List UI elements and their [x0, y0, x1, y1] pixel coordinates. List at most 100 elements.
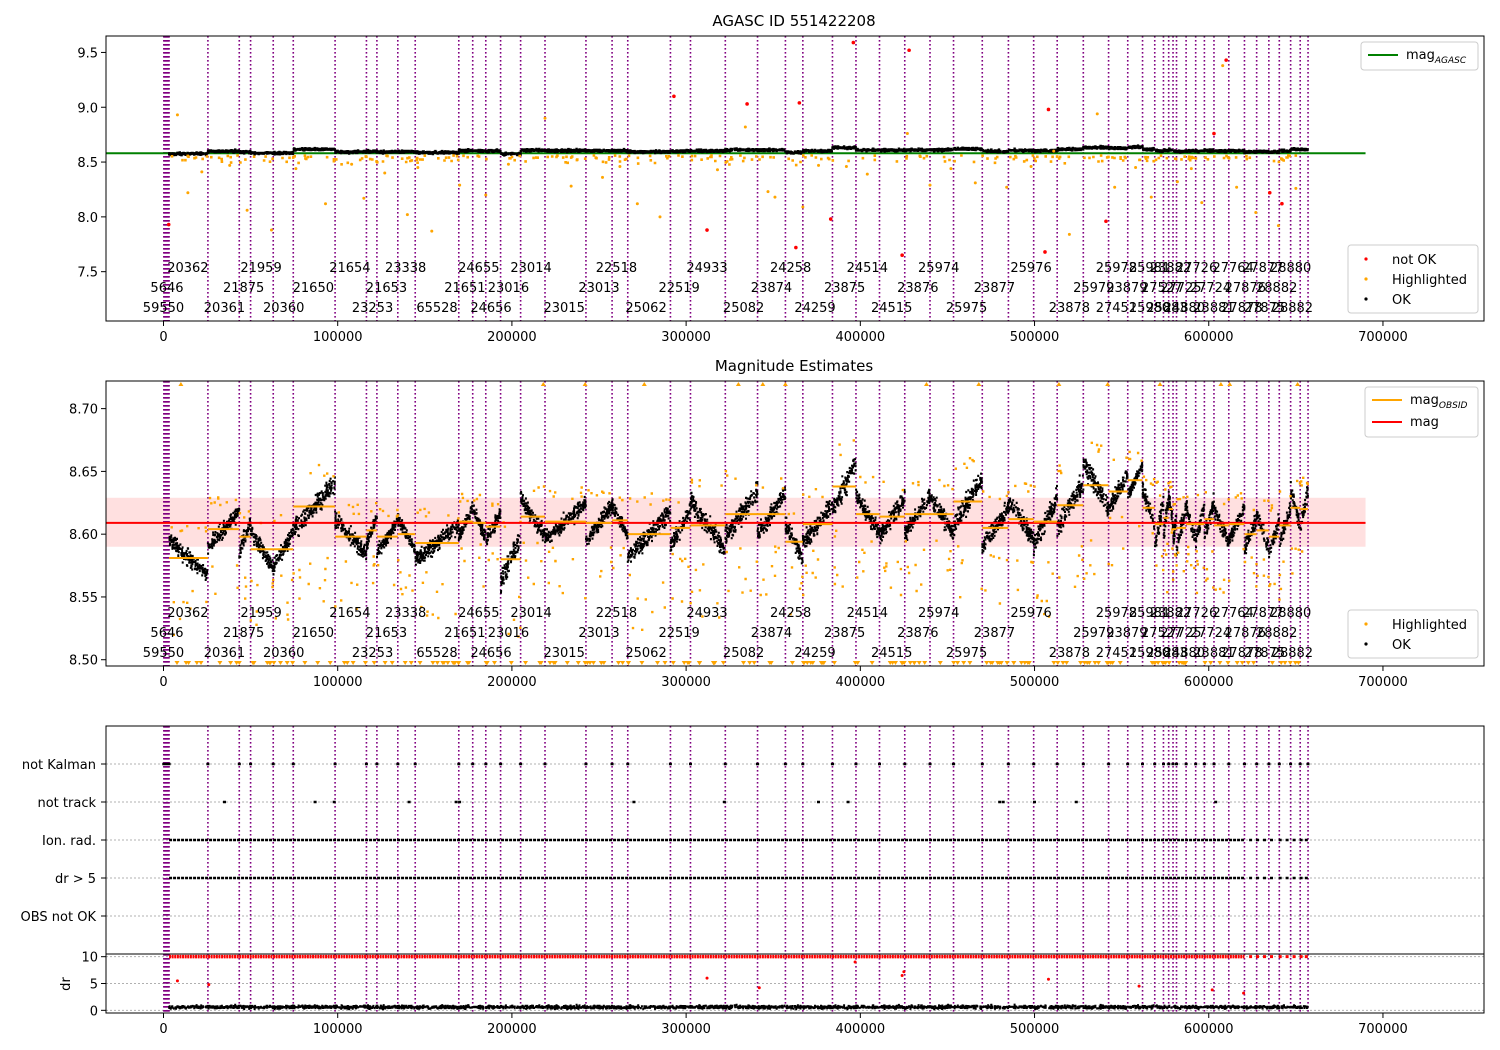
- y-tick-label: 7.5: [77, 266, 98, 281]
- y-tick-label: 9.0: [77, 101, 98, 116]
- highlighted-point: [773, 195, 777, 199]
- obsid-label: 25974: [918, 261, 959, 276]
- x-tick-label: 100000: [313, 1022, 363, 1037]
- y-tick-label: 0: [90, 1004, 98, 1019]
- obsid-label: 22518: [596, 261, 637, 276]
- highlighted-point: [618, 164, 622, 168]
- highlighted-point: [200, 170, 204, 174]
- obsid-label: 24933: [686, 261, 727, 276]
- agasc-legend-bottom: not OK Highlighted OK: [1347, 244, 1479, 314]
- obsid-label: 20362: [167, 606, 208, 621]
- obsid-label: 20360: [263, 301, 304, 316]
- obsid-label: 24259: [794, 646, 835, 661]
- highlighted-point: [1134, 166, 1138, 170]
- obsid-label: 21651: [444, 281, 485, 296]
- highlighted-point: [743, 125, 747, 129]
- flag-label: OBS not OK: [21, 910, 97, 925]
- obsid-label: 20362: [167, 261, 208, 276]
- not-ok-point: [745, 102, 749, 106]
- x-tick-label: 600000: [1184, 330, 1234, 345]
- dr-red-point: [757, 986, 761, 990]
- not-ok-point: [1224, 58, 1228, 62]
- legend-label-sub: OBSID: [1439, 401, 1468, 411]
- obsid-label: 25082: [723, 646, 764, 661]
- obsid-label: 21650: [293, 626, 334, 641]
- obsid-label: 23016: [488, 281, 529, 296]
- highlighted-point: [186, 191, 190, 195]
- highlighted-point: [269, 228, 273, 232]
- y-tick-label: 8.0: [77, 211, 98, 226]
- legend-marker: [1364, 297, 1368, 301]
- agasc-title: AGASC ID 551422208: [712, 12, 875, 30]
- highlighted-point: [1254, 210, 1258, 214]
- obsid-label: 27726: [1176, 606, 1217, 621]
- legend-label: OK: [1392, 638, 1411, 653]
- obsid-label: 22519: [658, 281, 699, 296]
- legend-label-main: mag: [1410, 393, 1439, 408]
- flag-label: dr > 5: [55, 872, 96, 887]
- obsid-label: 21650: [293, 281, 334, 296]
- dr-red-point: [853, 960, 857, 964]
- obsid-label: 23013: [578, 281, 619, 296]
- x-tick-label: 400000: [836, 330, 886, 345]
- obsid-label: 25062: [625, 646, 666, 661]
- legend-marker: [1364, 642, 1368, 646]
- obsid-label: 24656: [470, 301, 511, 316]
- obsid-label: 24655: [458, 606, 499, 621]
- highlighted-point: [1294, 186, 1298, 190]
- x-tick-label: 700000: [1358, 330, 1408, 345]
- not-ok-point: [1046, 107, 1051, 112]
- obsid-label: 25974: [918, 606, 959, 621]
- highlighted-point: [350, 162, 354, 166]
- obsid-label: 21959: [240, 261, 281, 276]
- highlighted-point: [245, 208, 249, 212]
- obsid-label: 28880: [1270, 261, 1311, 276]
- obsid-label: 23015: [543, 646, 584, 661]
- not-ok-point: [900, 253, 904, 258]
- legend-label: not OK: [1392, 253, 1437, 268]
- obsid-label: 23253: [352, 301, 393, 316]
- y-tick-label: 8.60: [69, 528, 98, 543]
- highlighted-point: [543, 116, 547, 120]
- x-tick-label: 0: [159, 1022, 167, 1037]
- obsid-label: 23876: [897, 626, 938, 641]
- obsid-label: 24933: [686, 606, 727, 621]
- obsid-label: 21653: [366, 626, 407, 641]
- x-tick-label: 500000: [1010, 675, 1060, 690]
- dr-red-point: [1210, 988, 1214, 992]
- x-tick-label: 500000: [1010, 1022, 1060, 1037]
- obsid-label: 23877: [974, 281, 1015, 296]
- not-ok-point: [828, 217, 833, 221]
- obsid-label: 24655: [458, 261, 499, 276]
- highlighted-point: [928, 183, 932, 187]
- y-tick-label: 9.5: [77, 46, 98, 61]
- magnitude-legend-top: magOBSIDmag: [1364, 386, 1479, 438]
- obsid-label: 23015: [543, 301, 584, 316]
- legend-marker: [1364, 622, 1368, 626]
- obsid-label: 24258: [770, 261, 811, 276]
- highlighted-point: [1095, 112, 1099, 116]
- obsid-label: 59550: [143, 301, 184, 316]
- not-ok-point: [1267, 190, 1272, 195]
- not-ok-point: [797, 101, 802, 105]
- not-ok-point: [1104, 219, 1108, 224]
- x-tick-label: 400000: [836, 1022, 886, 1037]
- obsid-label: 5646: [150, 626, 183, 641]
- obsid-label: 65528: [416, 301, 457, 316]
- not-ok-point: [794, 245, 798, 250]
- highlighted-point: [484, 193, 488, 197]
- x-tick-label: 500000: [1010, 330, 1060, 345]
- obsid-label: 20360: [263, 646, 304, 661]
- x-tick-label: 300000: [661, 330, 711, 345]
- obsid-label: 22519: [658, 626, 699, 641]
- x-tick-label: 600000: [1184, 675, 1234, 690]
- obsid-label: 25976: [1010, 261, 1051, 276]
- highlighted-point: [458, 183, 462, 187]
- legend-label: Highlighted: [1392, 618, 1467, 633]
- legend-marker: [1364, 277, 1368, 281]
- agasc-legend-top: magAGASC: [1360, 41, 1479, 71]
- highlighted-point: [1029, 164, 1033, 168]
- y-tick-label: 8.70: [69, 403, 98, 418]
- obsid-label: 28882: [1272, 301, 1313, 316]
- highlighted-point: [1149, 195, 1153, 199]
